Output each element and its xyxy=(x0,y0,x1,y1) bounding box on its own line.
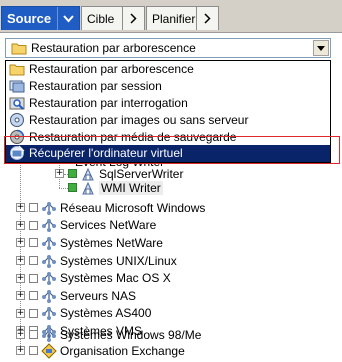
tree-item-label: Réseau Microsoft Windows xyxy=(60,200,206,215)
option-restore-by-image[interactable]: Restauration par images ou sans serveur xyxy=(6,111,330,128)
tree-item-windows-98-me[interactable]: + Systèmes Windows 98/Me xyxy=(16,326,201,344)
tab-planifier[interactable]: Planifier xyxy=(146,6,219,30)
tree-item-wmi-writer[interactable]: WMI Writer xyxy=(68,179,163,197)
tree-item-as400-systems[interactable]: + Systèmes AS400 xyxy=(16,305,151,323)
option-label: Restauration par interrogation xyxy=(29,95,188,110)
tree-item-label: Systèmes Windows 98/Me xyxy=(60,327,202,342)
checkbox[interactable] xyxy=(29,238,38,248)
tree-item-label: Organisation Exchange xyxy=(60,343,185,358)
chevron-down-icon[interactable] xyxy=(57,7,79,30)
restore-method-select[interactable]: Restauration par arborescence xyxy=(5,38,331,58)
tree-item-microsoft-windows-network[interactable]: + Réseau Microsoft Windows xyxy=(16,199,205,217)
tree-item-label: Systèmes Mac OS X xyxy=(60,271,171,286)
option-label: Restauration par images ou sans serveur xyxy=(29,112,249,127)
tree-item-label: Serveurs NAS xyxy=(60,288,137,303)
tab-source[interactable]: Source xyxy=(1,6,80,30)
option-restore-by-tree[interactable]: Restauration par arborescence xyxy=(6,61,330,78)
tab-bar: Source Cible Planifier xyxy=(0,0,342,33)
network-icon xyxy=(41,200,57,216)
tree-item-label: Services NetWare xyxy=(60,218,157,233)
checkbox[interactable] xyxy=(29,308,38,318)
expand-icon[interactable]: + xyxy=(16,256,25,266)
network-icon xyxy=(41,217,57,233)
chevron-right-icon[interactable] xyxy=(122,7,144,30)
expand-icon[interactable]: + xyxy=(55,169,64,179)
network-icon xyxy=(41,270,57,286)
expand-icon[interactable]: + xyxy=(16,203,25,213)
tree-item-exchange-organization[interactable]: + Organisation Exchange xyxy=(16,342,185,360)
exchange-icon xyxy=(41,343,57,359)
dropdown-arrow-button[interactable] xyxy=(313,40,329,56)
expand-icon[interactable]: + xyxy=(16,308,25,318)
folder-icon xyxy=(9,61,25,77)
highlight-box xyxy=(4,136,340,164)
checkbox[interactable] xyxy=(29,291,38,301)
checkbox[interactable] xyxy=(29,256,38,266)
tree-item-label: WMI Writer xyxy=(99,180,163,195)
expand-icon[interactable]: + xyxy=(16,273,25,283)
network-icon xyxy=(41,327,57,343)
checkbox[interactable] xyxy=(29,203,38,213)
tree-item-label: Systèmes NetWare xyxy=(60,235,163,250)
writer-icon xyxy=(80,180,96,196)
option-restore-by-session[interactable]: Restauration par session xyxy=(6,78,330,95)
expand-icon[interactable]: + xyxy=(16,238,25,248)
expand-icon[interactable]: + xyxy=(16,330,25,340)
checkbox[interactable] xyxy=(29,220,38,230)
tab-source-label: Source xyxy=(7,11,52,26)
network-icon xyxy=(41,253,57,269)
session-icon xyxy=(9,78,25,94)
option-restore-by-query[interactable]: Restauration par interrogation xyxy=(6,95,330,112)
chevron-right-icon[interactable] xyxy=(196,7,218,30)
checkbox[interactable] xyxy=(68,169,77,179)
network-icon xyxy=(41,288,57,304)
query-icon xyxy=(9,95,25,111)
checkbox[interactable] xyxy=(29,346,38,356)
expand-icon[interactable]: + xyxy=(16,291,25,301)
network-icon xyxy=(41,305,57,321)
checkbox[interactable] xyxy=(29,330,38,340)
option-label: Restauration par arborescence xyxy=(29,62,194,77)
tree-item-netware-services[interactable]: + Services NetWare xyxy=(16,217,156,235)
tree-item-label: Systèmes UNIX/Linux xyxy=(60,253,177,268)
tab-cible[interactable]: Cible xyxy=(81,6,145,30)
network-icon xyxy=(41,235,57,251)
tab-cible-label: Cible xyxy=(87,11,115,26)
option-label: Restauration par session xyxy=(29,79,162,94)
checkbox[interactable] xyxy=(68,183,77,193)
restore-method-value: Restauration par arborescence xyxy=(31,41,196,55)
disk-image-icon xyxy=(9,112,25,128)
tree-item-nas-servers[interactable]: + Serveurs NAS xyxy=(16,287,136,305)
tab-planifier-label: Planifier xyxy=(152,11,196,26)
tree-item-mac-os-x-systems[interactable]: + Systèmes Mac OS X xyxy=(16,269,171,287)
expand-icon[interactable]: + xyxy=(16,346,25,356)
checkbox[interactable] xyxy=(29,273,38,283)
tree-item-netware-systems[interactable]: + Systèmes NetWare xyxy=(16,234,163,252)
tree-item-unix-linux-systems[interactable]: + Systèmes UNIX/Linux xyxy=(16,252,177,270)
expand-icon[interactable]: + xyxy=(16,220,25,230)
tree-item-label: Systèmes AS400 xyxy=(60,306,152,321)
folder-icon xyxy=(11,40,27,56)
